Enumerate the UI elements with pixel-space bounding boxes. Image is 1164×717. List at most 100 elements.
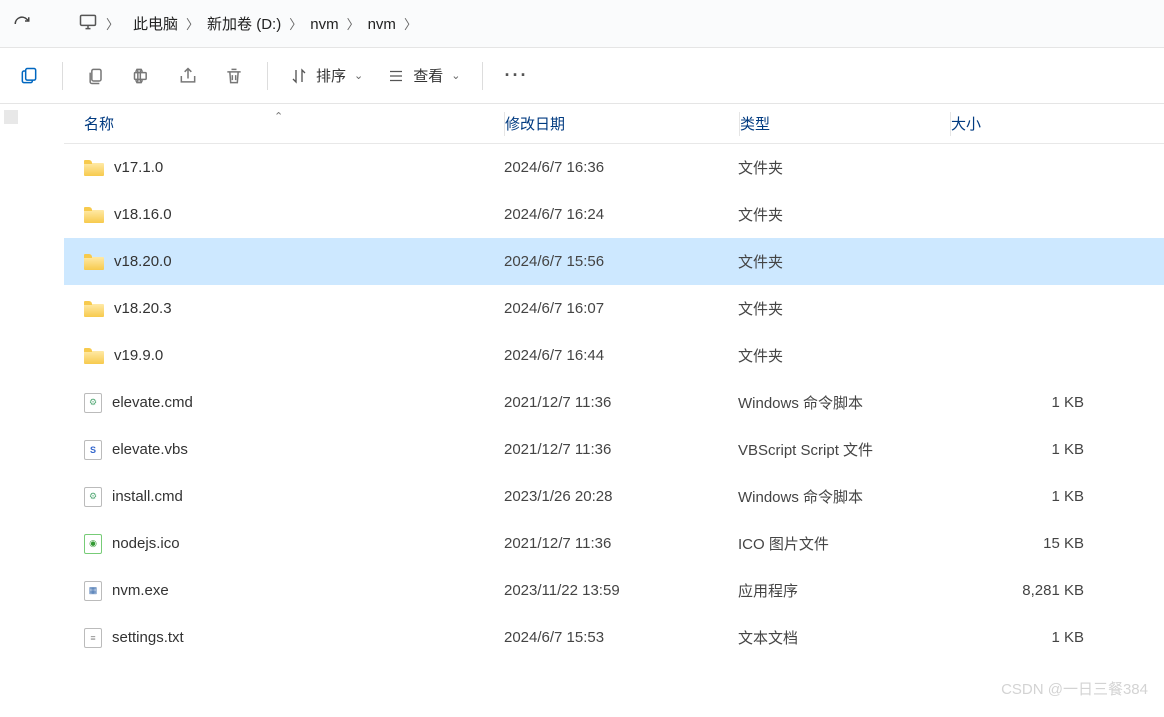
cell-type: 文件夹 <box>738 251 948 272</box>
cell-size: 1 KB <box>948 629 1164 646</box>
sort-button[interactable]: 排序 ⌄ <box>280 59 373 92</box>
toolbar: 排序 ⌄ 查看 ⌄ ··· <box>0 48 1164 104</box>
vbs-file-icon <box>84 440 102 460</box>
cell-type: 文件夹 <box>738 204 948 225</box>
cell-size: 15 KB <box>948 535 1164 552</box>
more-button[interactable]: ··· <box>495 55 537 97</box>
separator <box>267 62 268 90</box>
chevron-right-icon: 〉 <box>287 17 304 32</box>
cell-type: ICO 图片文件 <box>738 533 948 554</box>
header-date[interactable]: 修改日期 <box>505 113 739 134</box>
watermark: CSDN @一日三餐384 <box>1001 678 1148 699</box>
chevron-down-icon: ⌄ <box>354 69 363 82</box>
chevron-right-icon: 〉 <box>345 17 362 32</box>
cell-type: Windows 命令脚本 <box>738 486 948 507</box>
file-row[interactable]: v19.9.02024/6/7 16:44文件夹 <box>64 332 1164 379</box>
file-row[interactable]: elevate.cmd2021/12/7 11:36Windows 命令脚本1 … <box>64 379 1164 426</box>
cell-name: nvm.exe <box>64 581 504 601</box>
folder-icon <box>84 301 104 317</box>
file-row[interactable]: nvm.exe 2023/11/22 13:59应用程序8,281 KB <box>64 567 1164 614</box>
file-name: install.cmd <box>112 488 183 505</box>
breadcrumb-item[interactable]: nvm <box>304 12 344 37</box>
cell-date: 2024/6/7 16:36 <box>504 159 738 176</box>
folder-icon <box>84 254 104 270</box>
file-name: elevate.cmd <box>112 394 193 411</box>
cell-type: 文本文档 <box>738 627 948 648</box>
cell-size: 1 KB <box>948 488 1164 505</box>
separator <box>482 62 483 90</box>
file-row[interactable]: v17.1.0 2024/6/7 16:36文件夹 <box>64 144 1164 191</box>
file-row[interactable]: elevate.vbs 2021/12/7 11:36VBScript Scrip… <box>64 426 1164 473</box>
cell-type: 文件夹 <box>738 298 948 319</box>
cell-type: 应用程序 <box>738 580 948 601</box>
content-area: 名称 ⌃ 修改日期 类型 大小 v17.1.02024/6/7 16:36文件夹… <box>0 104 1164 717</box>
sort-indicator-icon: ⌃ <box>274 110 283 123</box>
chevron-right-icon: 〉 <box>104 14 121 33</box>
cell-date: 2021/12/7 11:36 <box>504 441 738 458</box>
view-label: 查看 <box>413 65 443 86</box>
header-name[interactable]: 名称 ⌃ <box>64 113 504 134</box>
cell-name: elevate.vbs <box>64 440 504 460</box>
left-gutter <box>0 104 24 717</box>
cmd-file-icon <box>84 393 102 413</box>
chevron-down-icon: ⌄ <box>451 69 460 82</box>
chevron-right-icon: 〉 <box>184 17 201 32</box>
cell-size: 1 KB <box>948 394 1164 411</box>
chevron-right-icon: 〉 <box>402 17 419 32</box>
folder-icon <box>84 160 104 176</box>
header-type[interactable]: 类型 <box>740 113 950 134</box>
sort-label: 排序 <box>316 65 346 86</box>
file-name: nvm.exe <box>112 582 169 599</box>
cell-date: 2021/12/7 11:36 <box>504 535 738 552</box>
file-row[interactable]: v18.16.0 2024/6/7 16:24文件夹 <box>64 191 1164 238</box>
breadcrumb-item[interactable]: 此电脑 <box>127 12 184 37</box>
new-item-button[interactable] <box>8 55 50 97</box>
gutter-mark <box>4 110 18 124</box>
cell-date: 2021/12/7 11:36 <box>504 394 738 411</box>
breadcrumb-item[interactable]: 新加卷 (D:) <box>201 12 287 37</box>
file-row[interactable]: v18.20.02024/6/7 15:56文件夹 <box>64 238 1164 285</box>
separator <box>62 62 63 90</box>
cell-type: 文件夹 <box>738 157 948 178</box>
breadcrumb-item[interactable]: nvm <box>362 12 402 37</box>
folder-icon <box>84 348 104 364</box>
file-name: v18.16.0 <box>114 206 172 223</box>
file-row[interactable]: settings.txt 2024/6/7 15:53文本文档1 KB <box>64 614 1164 661</box>
column-headers: 名称 ⌃ 修改日期 类型 大小 <box>64 104 1164 144</box>
cell-type: VBScript Script 文件 <box>738 439 948 460</box>
file-name: v18.20.3 <box>114 300 172 317</box>
cell-name: v18.20.0 <box>64 253 504 270</box>
cell-name: v18.20.3 <box>64 300 504 317</box>
cell-date: 2024/6/7 16:07 <box>504 300 738 317</box>
cell-name: install.cmd <box>64 487 504 507</box>
rename-button[interactable] <box>121 55 163 97</box>
refresh-button[interactable] <box>8 10 36 38</box>
file-name: elevate.vbs <box>112 441 188 458</box>
file-row[interactable]: install.cmd2023/1/26 20:28Windows 命令脚本1 … <box>64 473 1164 520</box>
share-button[interactable] <box>167 55 209 97</box>
cell-size: 8,281 KB <box>948 582 1164 599</box>
txt-file-icon <box>84 628 102 648</box>
folder-icon <box>84 207 104 223</box>
cell-name: settings.txt <box>64 628 504 648</box>
file-name: v17.1.0 <box>114 159 163 176</box>
file-name: settings.txt <box>112 629 184 646</box>
cell-date: 2024/6/7 15:53 <box>504 629 738 646</box>
cell-date: 2024/6/7 16:24 <box>504 206 738 223</box>
exe-file-icon <box>84 581 102 601</box>
cell-name: v17.1.0 <box>64 159 504 176</box>
monitor-icon <box>78 12 98 36</box>
ico-file-icon <box>84 534 102 554</box>
header-size[interactable]: 大小 <box>951 113 1164 134</box>
file-row[interactable]: nodejs.ico2021/12/7 11:36ICO 图片文件15 KB <box>64 520 1164 567</box>
view-button[interactable]: 查看 ⌄ <box>377 59 470 92</box>
cell-type: 文件夹 <box>738 345 948 366</box>
copy-button[interactable] <box>75 55 117 97</box>
file-row[interactable]: v18.20.3 2024/6/7 16:07文件夹 <box>64 285 1164 332</box>
cell-date: 2023/11/22 13:59 <box>504 582 738 599</box>
cmd-file-icon <box>84 487 102 507</box>
delete-button[interactable] <box>213 55 255 97</box>
cell-name: elevate.cmd <box>64 393 504 413</box>
cell-date: 2024/6/7 16:44 <box>504 347 738 364</box>
cell-name: v18.16.0 <box>64 206 504 223</box>
